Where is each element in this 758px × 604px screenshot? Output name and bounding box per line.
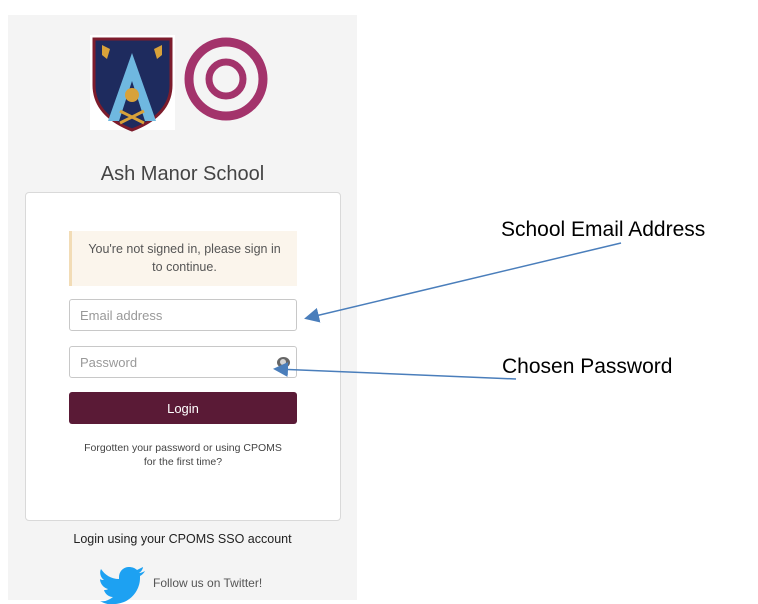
password-arrow [273,362,517,380]
email-annotation: School Email Address [501,218,706,241]
password-annotation: Chosen Password [502,355,673,378]
annotation-arrows [273,242,622,380]
email-arrow [304,242,622,323]
